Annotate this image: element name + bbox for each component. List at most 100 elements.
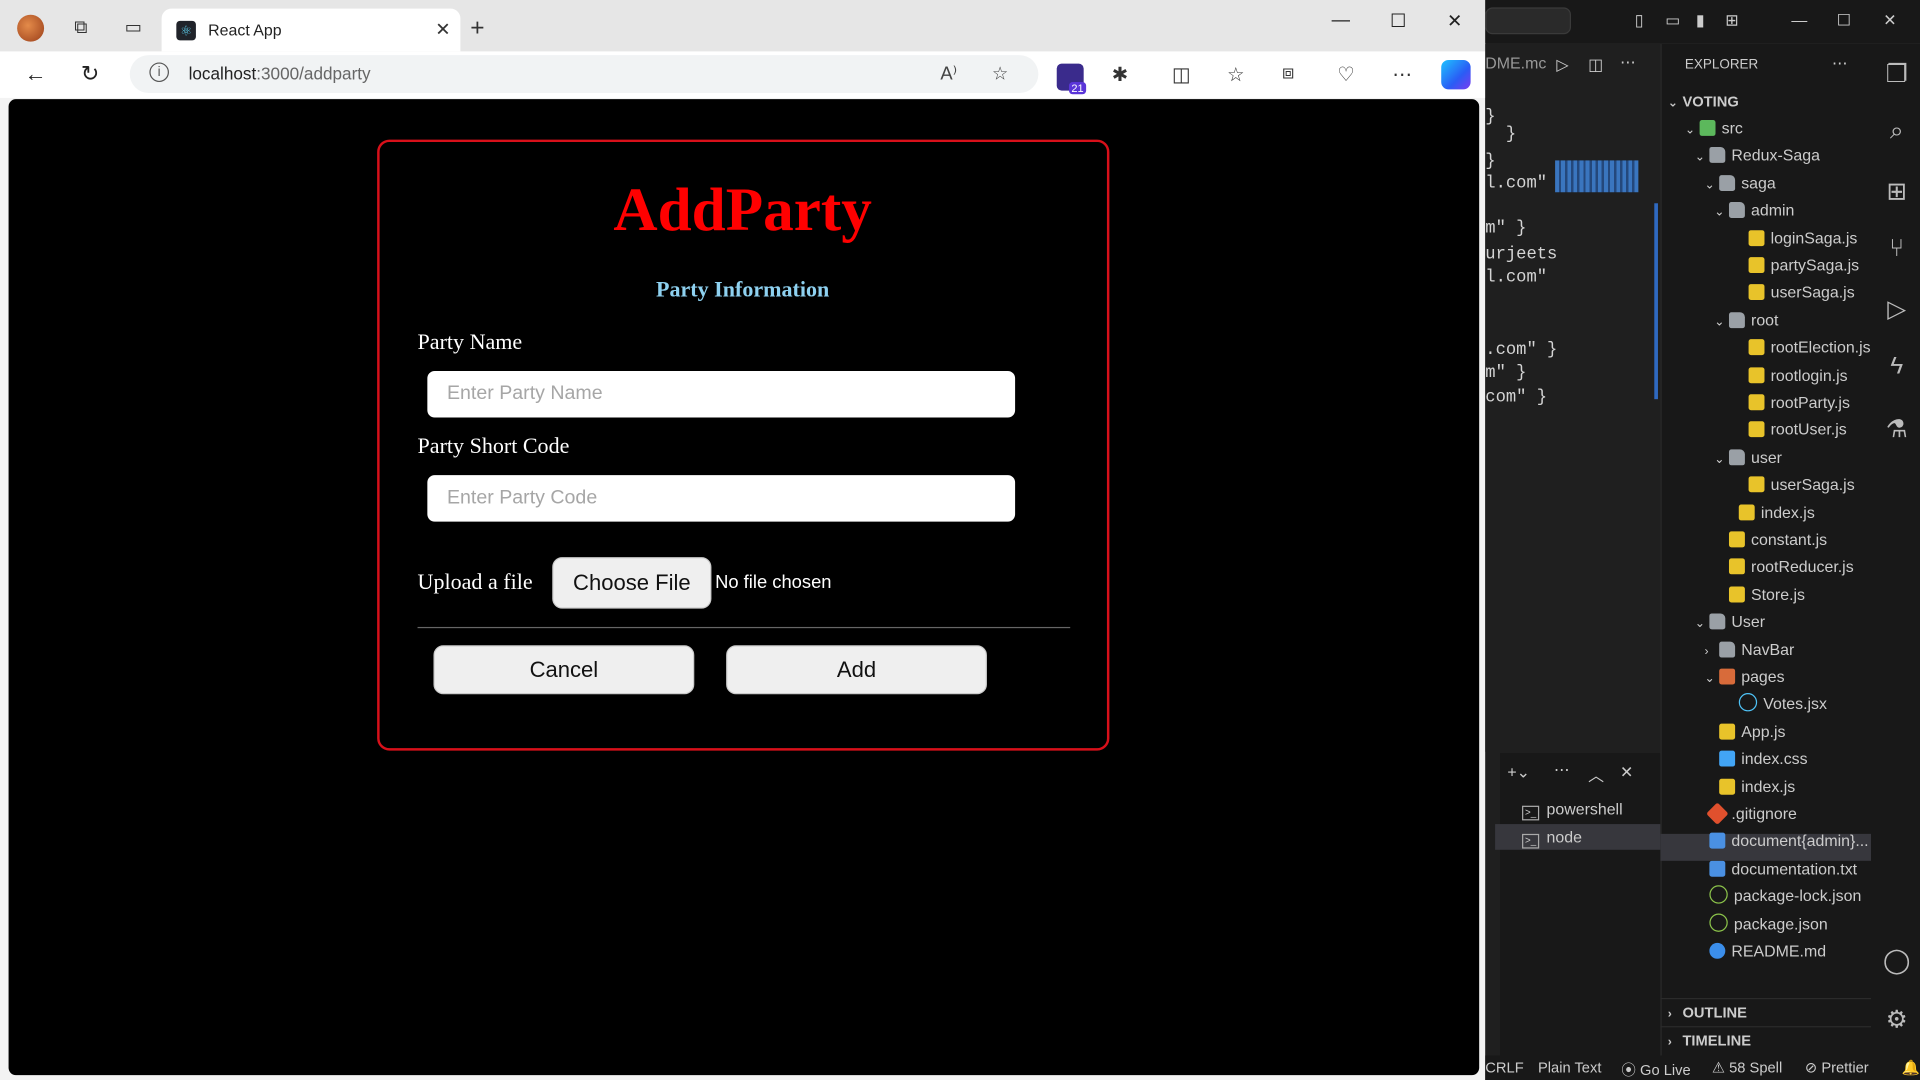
- new-terminal-icon[interactable]: +⌄: [1507, 763, 1530, 783]
- file-tree-label: package.json: [1733, 914, 1828, 933]
- favorite-star-icon[interactable]: ☆: [992, 62, 1008, 85]
- file-tree-item[interactable]: ⌄ pages: [1660, 664, 1915, 691]
- terminal-powershell[interactable]: >_ powershell: [1522, 800, 1623, 821]
- file-tree-item[interactable]: index.js: [1660, 773, 1915, 800]
- file-tree-item[interactable]: package-lock.json: [1660, 883, 1905, 910]
- editor-scrollbar[interactable]: [1654, 203, 1658, 400]
- file-tree-item[interactable]: rootReducer.js: [1660, 554, 1920, 581]
- file-tree-item[interactable]: App.js: [1660, 719, 1915, 746]
- terminal-node[interactable]: >_ node: [1522, 828, 1582, 849]
- file-tree-item[interactable]: ⌄ Redux-Saga: [1660, 143, 1905, 170]
- project-root[interactable]: ⌄ VOTING: [1660, 88, 1878, 115]
- file-tree-label: root: [1751, 310, 1779, 330]
- toggle-secondary-sidebar-icon[interactable]: ▮: [1696, 11, 1705, 31]
- file-tree-item[interactable]: index.css: [1660, 746, 1915, 773]
- file-tree-item[interactable]: index.js: [1660, 499, 1920, 526]
- vscode-minimize-icon[interactable]: —: [1791, 11, 1807, 29]
- file-tree-item[interactable]: documentation.txt: [1660, 856, 1905, 883]
- collections-icon[interactable]: ⧈: [1282, 62, 1294, 84]
- explorer-more-icon[interactable]: ⋯: [1832, 54, 1848, 74]
- status-go-live[interactable]: ⦿ Go Live: [1621, 1059, 1690, 1080]
- status-eol[interactable]: CRLF: [1485, 1059, 1523, 1076]
- add-button[interactable]: Add: [726, 645, 987, 695]
- close-panel-icon[interactable]: ✕: [1620, 763, 1633, 783]
- file-tree-item[interactable]: rootParty.js: [1660, 389, 1920, 416]
- file-tree-item[interactable]: rootUser.js: [1660, 417, 1920, 444]
- editor-area[interactable]: DME.mc ▷ ◫ ⋯ } } } l.com" m" } urjeets l…: [1485, 44, 1661, 752]
- file-tree-item[interactable]: ⌄ saga: [1660, 170, 1915, 197]
- file-tree-item[interactable]: constant.js: [1660, 527, 1920, 554]
- file-tree-item[interactable]: ⌄ User: [1660, 609, 1905, 636]
- file-tree-item[interactable]: › NavBar: [1660, 636, 1915, 663]
- favorites-icon[interactable]: ☆: [1227, 62, 1245, 86]
- file-tree-item[interactable]: Votes.jsx: [1660, 691, 1920, 718]
- file-tree-item[interactable]: loginSaga.js: [1660, 225, 1920, 252]
- toggle-panel-icon[interactable]: ▭: [1665, 11, 1680, 31]
- cancel-button[interactable]: Cancel: [433, 645, 695, 695]
- file-tree-item[interactable]: partySaga.js: [1660, 252, 1920, 279]
- split-editor-icon[interactable]: ◫: [1588, 55, 1603, 75]
- extension-icon[interactable]: 21: [1056, 63, 1087, 95]
- vscode-close-icon[interactable]: ✕: [1883, 11, 1896, 31]
- choose-file-button[interactable]: Choose File: [552, 557, 712, 609]
- file-tree-item[interactable]: ⌄ user: [1660, 444, 1920, 471]
- maximize-panel-icon[interactable]: ︿: [1588, 763, 1604, 786]
- file-tree-item[interactable]: Store.js: [1660, 581, 1920, 608]
- toggle-sidebar-icon[interactable]: ▯: [1635, 11, 1644, 31]
- tab-react-app[interactable]: ⚛ React App ✕: [161, 8, 461, 52]
- minimize-icon[interactable]: —: [1322, 10, 1359, 31]
- file-tree-item[interactable]: README.md: [1660, 938, 1905, 965]
- file-tree-item[interactable]: rootlogin.js: [1660, 362, 1920, 389]
- minimap[interactable]: [1555, 160, 1639, 193]
- run-icon[interactable]: ▷: [1556, 55, 1568, 75]
- file-tree-item[interactable]: package.json: [1660, 911, 1905, 938]
- close-window-icon[interactable]: ✕: [1436, 10, 1473, 32]
- profile-avatar[interactable]: [17, 14, 45, 42]
- maximize-icon[interactable]: ☐: [1380, 10, 1417, 32]
- outline-section[interactable]: › OUTLINE: [1660, 997, 1879, 1026]
- explorer-icon[interactable]: ❐: [1882, 59, 1911, 90]
- file-tree-item[interactable]: document{admin}...: [1660, 828, 1905, 855]
- folder-file-icon: [1719, 641, 1736, 658]
- timeline-section[interactable]: › TIMELINE: [1660, 1026, 1879, 1054]
- file-tree-item[interactable]: ⌄ admin: [1660, 197, 1920, 224]
- workspaces-icon[interactable]: ⧉: [66, 12, 95, 41]
- refresh-icon[interactable]: ↻: [81, 61, 99, 87]
- status-prettier[interactable]: ⊘ Prettier: [1805, 1059, 1869, 1076]
- address-bar[interactable]: i localhost:3000/addparty A⁾ ☆: [129, 55, 1039, 94]
- tab-actions-icon[interactable]: ▭: [119, 12, 148, 41]
- info-file-icon: [1709, 942, 1726, 959]
- party-name-input[interactable]: [427, 371, 1016, 418]
- tab-close-icon[interactable]: ✕: [435, 18, 450, 41]
- status-spell[interactable]: ⚠ 58 Spell: [1712, 1059, 1782, 1076]
- doc-file-icon: [1709, 833, 1726, 850]
- split-screen-icon[interactable]: ◫: [1172, 62, 1191, 86]
- copilot-icon[interactable]: [1441, 60, 1471, 90]
- party-code-input[interactable]: [427, 475, 1016, 522]
- file-tree-item[interactable]: ⌄ root: [1660, 307, 1920, 334]
- status-language[interactable]: Plain Text: [1538, 1059, 1601, 1076]
- file-tree-label: rootUser.js: [1770, 420, 1847, 439]
- editor-tab[interactable]: DME.mc: [1485, 54, 1546, 72]
- settings-gear-icon[interactable]: ⚙: [1882, 1004, 1911, 1035]
- vscode-maximize-icon[interactable]: ☐: [1837, 11, 1851, 31]
- file-tree-item[interactable]: userSaga.js: [1660, 280, 1920, 307]
- back-icon[interactable]: ←: [24, 61, 46, 87]
- read-aloud-icon[interactable]: A⁾: [940, 62, 957, 85]
- editor-more-icon[interactable]: ⋯: [1620, 53, 1636, 73]
- panel-more-icon[interactable]: ⋯: [1554, 760, 1570, 780]
- browser-essentials-icon[interactable]: ♡: [1337, 62, 1355, 86]
- customize-layout-icon[interactable]: ⊞: [1725, 11, 1738, 31]
- new-tab-icon[interactable]: +: [470, 15, 484, 43]
- js-file-icon: [1719, 778, 1736, 795]
- more-menu-icon[interactable]: ⋯: [1392, 62, 1412, 86]
- site-info-icon[interactable]: i: [149, 62, 169, 83]
- command-center[interactable]: [1485, 7, 1572, 35]
- extensions-puzzle-icon[interactable]: ✱: [1112, 62, 1128, 86]
- file-tree-item[interactable]: .gitignore: [1660, 801, 1905, 828]
- folder-file-icon: [1709, 147, 1726, 164]
- file-tree-item[interactable]: ⌄ src: [1660, 115, 1895, 142]
- notifications-icon[interactable]: 🔔: [1902, 1059, 1920, 1076]
- file-tree-item[interactable]: rootElection.js: [1660, 335, 1920, 362]
- file-tree-item[interactable]: userSaga.js: [1660, 472, 1920, 499]
